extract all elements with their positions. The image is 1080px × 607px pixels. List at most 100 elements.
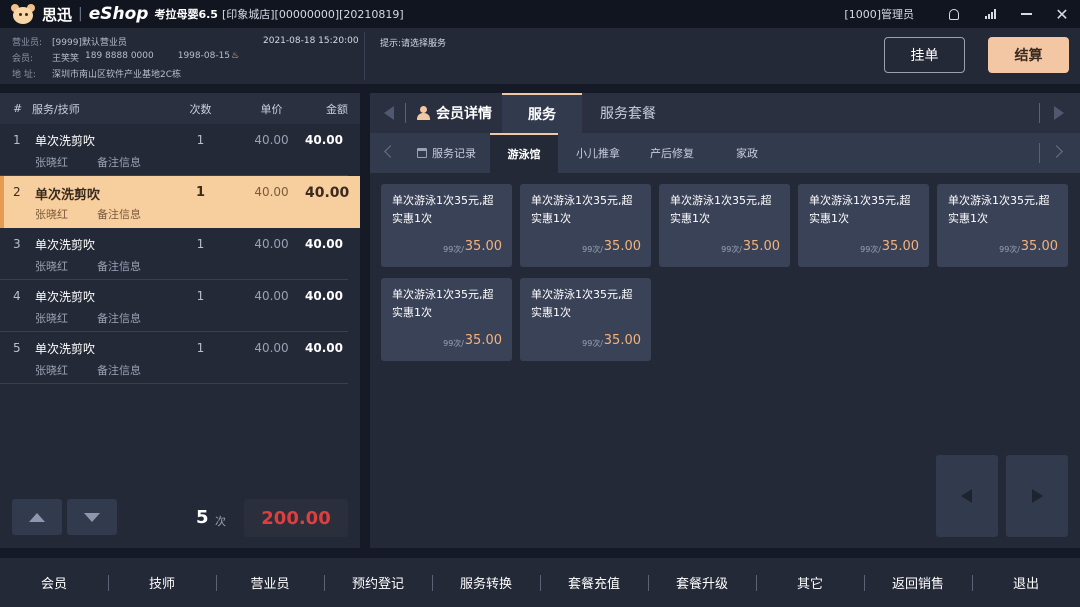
- order-row-index: 2: [13, 185, 21, 199]
- member-button[interactable]: 会员: [0, 573, 108, 592]
- page-next-icon: [1032, 489, 1043, 503]
- service-card-price: 35.00: [464, 333, 502, 348]
- tab-next-icon[interactable]: [1054, 106, 1064, 120]
- order-row-technician: 张晓红: [35, 260, 68, 273]
- order-row-note: 备注信息: [97, 312, 141, 325]
- order-row-times: 1: [196, 237, 205, 251]
- title-bar: 思迅 | eShop 考拉母婴6.5 [印象城店][00000000][2021…: [0, 0, 1080, 28]
- operator-button[interactable]: 营业员: [216, 573, 324, 592]
- order-row-service: 单次洗剪吹: [35, 188, 101, 203]
- order-row-service: 单次洗剪吹: [35, 134, 96, 148]
- checkout-button[interactable]: 结算: [988, 37, 1069, 73]
- order-row-price: 40.00: [254, 237, 289, 251]
- service-card[interactable]: 单次游泳1次35元,超实惠1次 99次/35.00: [381, 278, 512, 361]
- service-card-price: 35.00: [742, 239, 780, 254]
- order-list-header: # 服务/技师 次数 单价 金额: [0, 93, 360, 124]
- service-card[interactable]: 单次游泳1次35元,超实惠1次 99次/35.00: [520, 184, 651, 267]
- service-card[interactable]: 单次游泳1次35元,超实惠1次 99次/35.00: [937, 184, 1068, 267]
- service-card-title: 单次游泳1次35元,超实惠1次: [531, 288, 633, 319]
- order-row-amount: 40.00: [305, 237, 343, 251]
- bottom-action-bar: 会员 技师 营业员 预约登记 服务转换 套餐充值 套餐升级 其它 返回销售 退出: [0, 558, 1080, 607]
- order-rows: 1 单次洗剪吹 1 40.00 40.00 张晓红 备注信息 2 单次洗剪吹 1 40.00 40.0…: [0, 124, 360, 384]
- chevron-left-icon[interactable]: [384, 145, 397, 158]
- signal-icon: [972, 0, 1008, 28]
- tab-child-massage[interactable]: 小儿推拿: [576, 133, 620, 173]
- store-info: [印象城店][00000000][20210819]: [221, 8, 404, 21]
- order-row-price: 40.00: [254, 185, 289, 199]
- order-row[interactable]: 1 单次洗剪吹 1 40.00 40.00 张晓红 备注信息: [0, 124, 348, 176]
- order-row-note: 备注信息: [97, 208, 141, 221]
- tab-service-package[interactable]: 服务套餐: [600, 93, 656, 133]
- hint-text: 提示:请选择服务: [380, 39, 447, 49]
- order-row[interactable]: 4 单次洗剪吹 1 40.00 40.00 张晓红 备注信息: [0, 280, 348, 332]
- page-prev-icon: [961, 489, 972, 503]
- page-next-button[interactable]: [1006, 455, 1068, 537]
- order-row-note: 备注信息: [97, 364, 141, 377]
- brand-name: 思迅: [42, 5, 73, 24]
- order-row[interactable]: 2 单次洗剪吹 1 40.00 40.00 张晓红 备注信息: [0, 176, 360, 228]
- service-card-price: 35.00: [1020, 239, 1058, 254]
- page-prev-button[interactable]: [936, 455, 998, 537]
- order-datetime: 2021-08-18 15:20:00: [263, 36, 359, 46]
- order-row-times: 1: [196, 133, 205, 147]
- other-button[interactable]: 其它: [756, 573, 864, 592]
- order-row-amount: 40.00: [305, 341, 343, 355]
- order-row[interactable]: 5 单次洗剪吹 1 40.00 40.00 张晓红 备注信息: [0, 332, 348, 384]
- service-card-count: 99次/: [582, 245, 603, 254]
- tab-member-detail[interactable]: 会员详情: [417, 93, 492, 133]
- hold-order-button[interactable]: 挂单: [884, 37, 965, 73]
- operator-value: [9999]默认营业员: [52, 38, 127, 48]
- service-convert-button[interactable]: 服务转换: [432, 573, 540, 592]
- tab-postpartum[interactable]: 产后修复: [650, 133, 694, 173]
- member-row: 会员: 王笑笑 189 8888 0000 1998-08-15 ♨: [12, 51, 240, 64]
- title-divider: |: [78, 6, 83, 22]
- member-phone: 189 8888 0000: [85, 51, 154, 61]
- package-upgrade-button[interactable]: 套餐升级: [648, 573, 756, 592]
- koala-logo-icon: [10, 3, 36, 25]
- total-count-unit: 次: [215, 515, 226, 528]
- order-row-index: 4: [13, 289, 21, 303]
- order-row[interactable]: 3 单次洗剪吹 1 40.00 40.00 张晓红 备注信息: [0, 228, 348, 280]
- service-card[interactable]: 单次游泳1次35元,超实惠1次 99次/35.00: [659, 184, 790, 267]
- tab-service[interactable]: 服务: [502, 93, 582, 133]
- order-row-service: 单次洗剪吹: [35, 238, 96, 252]
- service-card-price: 35.00: [464, 239, 502, 254]
- order-row-amount: 40.00: [305, 289, 343, 303]
- sub-tab-bar: 服务记录 游泳馆 小儿推拿 产后修复 家政: [370, 133, 1080, 173]
- scroll-down-button[interactable]: [67, 499, 117, 535]
- service-card-count: 99次/: [443, 339, 464, 348]
- order-row-price: 40.00: [254, 289, 289, 303]
- order-info-bar: 营业员: [9999]默认营业员 会员: 王笑笑 189 8888 0000 1…: [0, 28, 1080, 84]
- service-card-count: 99次/: [999, 245, 1020, 254]
- package-recharge-button[interactable]: 套餐充值: [540, 573, 648, 592]
- service-card-price: 35.00: [603, 239, 641, 254]
- tab-service-records[interactable]: 服务记录: [417, 133, 476, 173]
- return-sales-button[interactable]: 返回销售: [864, 573, 972, 592]
- minimize-icon[interactable]: [1008, 0, 1044, 28]
- bell-icon[interactable]: [936, 0, 972, 28]
- order-row-amount: 40.00: [305, 133, 343, 147]
- order-row-index: 5: [13, 341, 21, 355]
- service-card[interactable]: 单次游泳1次35元,超实惠1次 99次/35.00: [520, 278, 651, 361]
- scroll-up-button[interactable]: [12, 499, 62, 535]
- service-card-title: 单次游泳1次35元,超实惠1次: [531, 194, 633, 225]
- main-tab-bar: 会员详情 服务 服务套餐: [370, 93, 1080, 133]
- exit-button[interactable]: 退出: [972, 573, 1080, 592]
- service-card[interactable]: 单次游泳1次35元,超实惠1次 99次/35.00: [381, 184, 512, 267]
- appointment-button[interactable]: 预约登记: [324, 573, 432, 592]
- order-row-service: 单次洗剪吹: [35, 290, 96, 304]
- order-row-technician: 张晓红: [35, 312, 68, 325]
- tab-housekeeping[interactable]: 家政: [736, 133, 758, 173]
- arrow-down-icon: [84, 512, 100, 522]
- info-divider: [364, 32, 365, 80]
- tab-swimming[interactable]: 游泳馆: [490, 133, 558, 173]
- technician-button[interactable]: 技师: [108, 573, 216, 592]
- tab-prev-icon[interactable]: [384, 106, 394, 120]
- service-card-price: 35.00: [881, 239, 919, 254]
- service-card[interactable]: 单次游泳1次35元,超实惠1次 99次/35.00: [798, 184, 929, 267]
- close-icon[interactable]: ✕: [1044, 0, 1080, 28]
- chevron-right-icon[interactable]: [1050, 145, 1063, 158]
- current-user[interactable]: [1000]管理员: [844, 6, 914, 22]
- order-row-note: 备注信息: [97, 260, 141, 273]
- app-name: eShop: [88, 4, 149, 24]
